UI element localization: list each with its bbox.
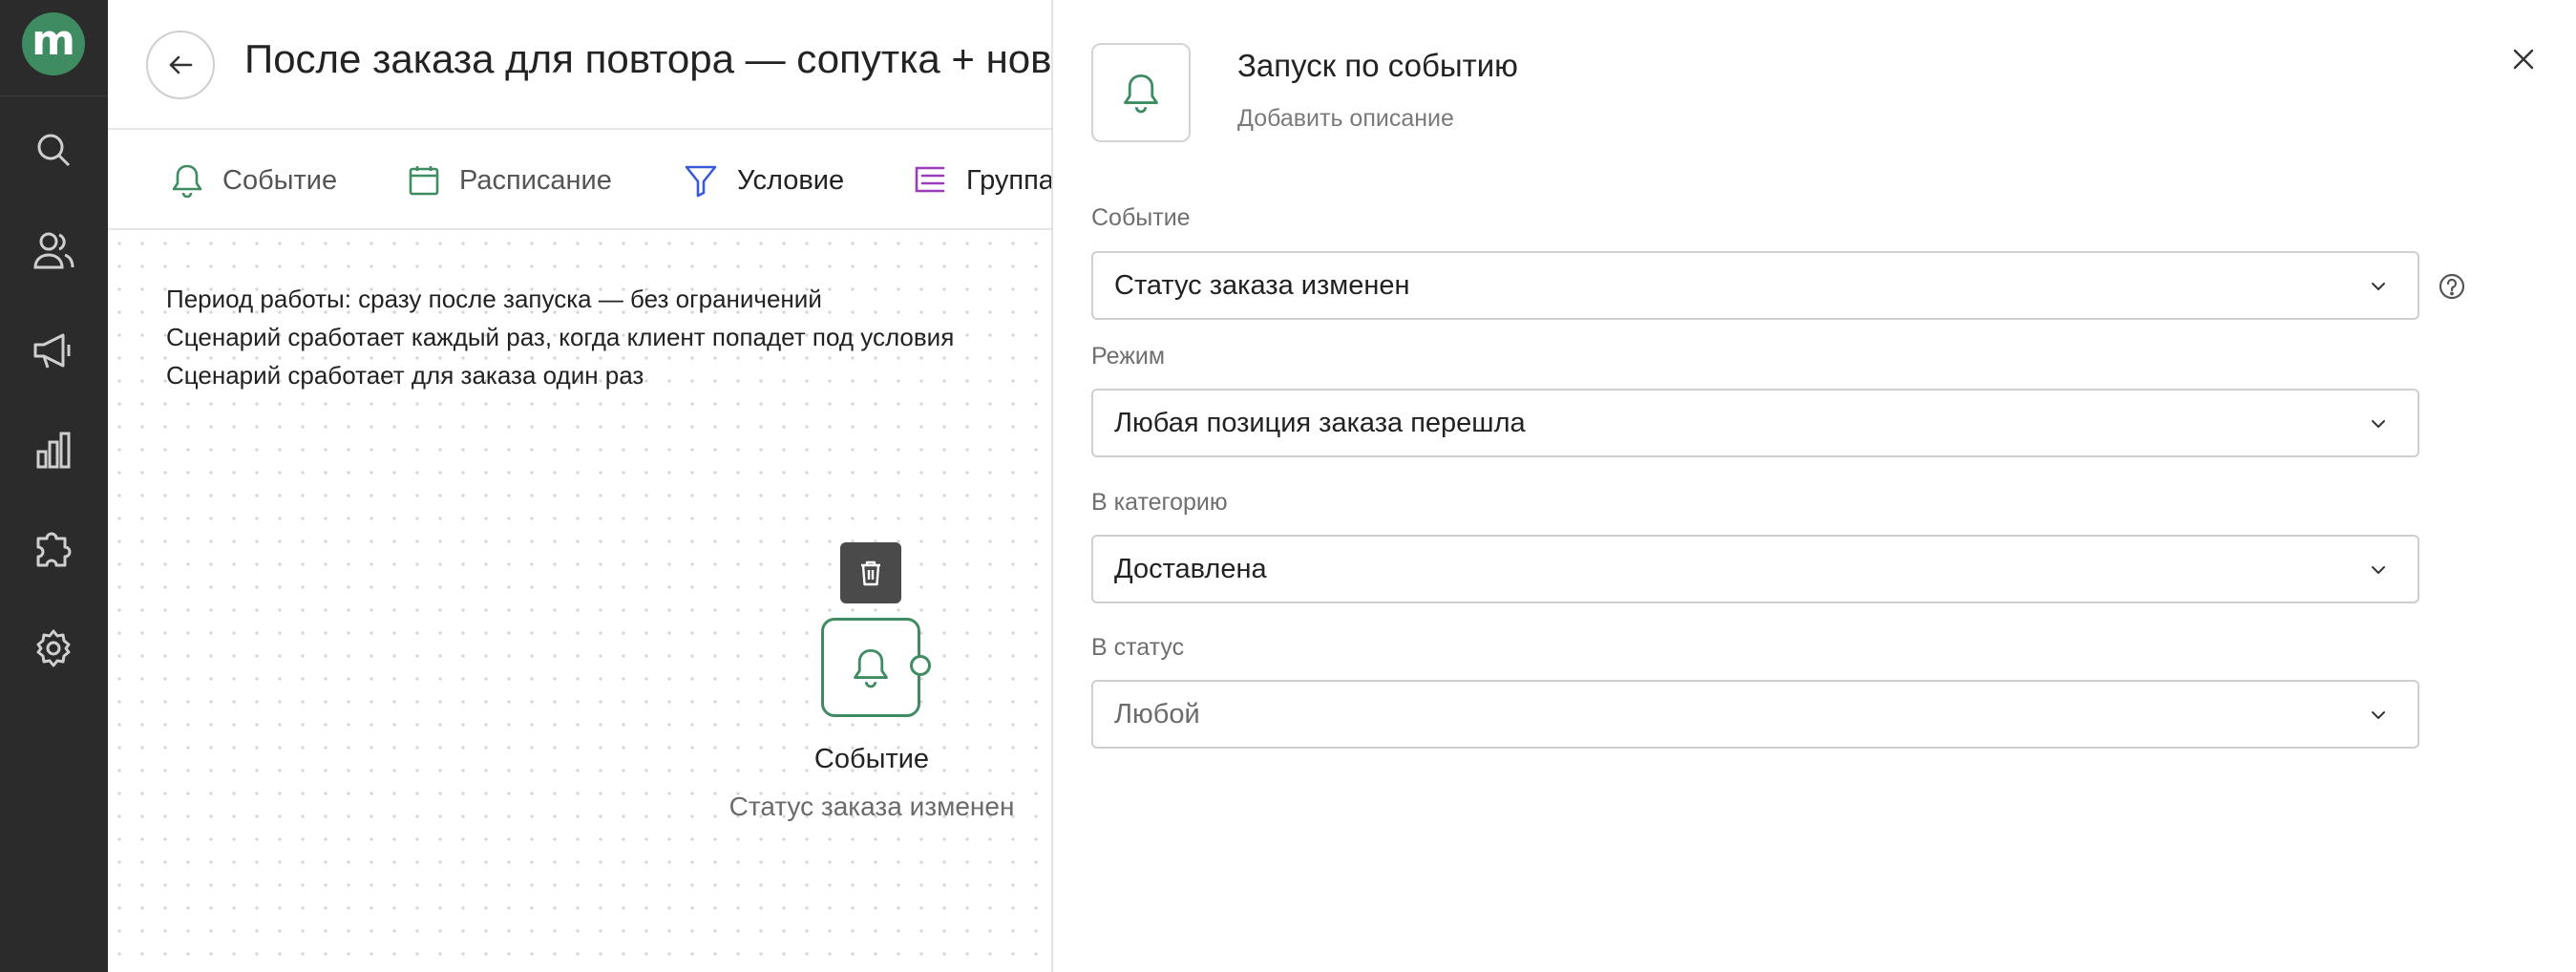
chevron-down-icon xyxy=(2368,705,2389,726)
logo-letter: m xyxy=(32,16,75,65)
node-output-port[interactable] xyxy=(910,655,931,676)
chevron-down-icon xyxy=(2368,560,2389,581)
toolbar-condition-label: Условие xyxy=(737,164,845,196)
delete-node-button[interactable] xyxy=(840,542,901,603)
category-field-label: В категорию xyxy=(1091,489,1228,516)
bell-icon xyxy=(854,648,888,688)
info-repeat: Сценарий сработает каждый раз, когда кли… xyxy=(166,323,955,351)
filter-icon xyxy=(685,165,717,198)
back-button[interactable] xyxy=(146,31,215,99)
scenario-header: После заказа для повтора — сопутка + нов… xyxy=(108,0,1051,130)
bell-icon xyxy=(1124,74,1158,114)
toolbar-group-label: Группа xyxy=(966,164,1051,196)
category-select[interactable]: Доставлена xyxy=(1091,535,2419,603)
status-select-value: Любой xyxy=(1114,698,1200,729)
node-title: Событие xyxy=(813,744,930,774)
close-icon xyxy=(2513,49,2534,70)
help-icon[interactable] xyxy=(2436,270,2468,303)
info-once: Сценарий сработает для заказа один раз xyxy=(166,361,644,390)
puzzle-icon[interactable] xyxy=(30,524,77,572)
event-select[interactable]: Статус заказа изменен xyxy=(1091,251,2419,320)
bell-icon xyxy=(172,164,202,198)
nav-rail: m xyxy=(0,0,108,972)
bar-chart-icon[interactable] xyxy=(30,426,77,474)
chevron-down-icon xyxy=(2368,413,2389,434)
event-node[interactable] xyxy=(821,618,920,717)
event-select-value: Статус заказа изменен xyxy=(1114,269,1410,301)
panel-node-icon xyxy=(1091,43,1191,142)
calendar-icon xyxy=(409,166,439,196)
scenario-info: Период работы: сразу после запуска — без… xyxy=(166,280,954,394)
users-icon[interactable] xyxy=(30,226,77,274)
node-toolbar: Событие Расписание Условие Группа xyxy=(108,131,1051,230)
rail-divider xyxy=(0,95,108,96)
toolbar-event-button[interactable]: Событие xyxy=(171,158,337,203)
search-icon[interactable] xyxy=(30,126,77,174)
chevron-down-icon xyxy=(2368,276,2389,297)
toolbar-group-button[interactable]: Группа xyxy=(913,158,1051,203)
status-select[interactable]: Любой xyxy=(1091,680,2419,749)
mode-select-value: Любая позиция заказа перешла xyxy=(1114,407,1526,438)
scenario-title: После заказа для повтора — сопутка + нов… xyxy=(244,36,1051,81)
toolbar-condition-button[interactable]: Условие xyxy=(684,158,844,203)
event-field-label: Событие xyxy=(1091,204,1191,231)
info-period: Период работы: сразу после запуска — без… xyxy=(166,285,822,313)
category-select-value: Доставлена xyxy=(1114,553,1267,584)
mode-select[interactable]: Любая позиция заказа перешла xyxy=(1091,389,2419,457)
megaphone-icon[interactable] xyxy=(30,327,77,374)
toolbar-schedule-label: Расписание xyxy=(459,164,612,196)
group-icon xyxy=(915,166,945,193)
arrow-left-icon xyxy=(169,55,193,74)
scenario-canvas[interactable]: Период работы: сразу после запуска — без… xyxy=(108,232,1051,972)
close-panel-button[interactable] xyxy=(2506,42,2541,76)
add-description-link[interactable]: Добавить описание xyxy=(1237,105,1454,133)
toolbar-event-label: Событие xyxy=(222,164,338,196)
mode-field-label: Режим xyxy=(1091,343,1166,370)
scenario-editor: После заказа для повтора — сопутка + нов… xyxy=(108,0,1051,972)
status-field-label: В статус xyxy=(1091,634,1185,661)
toolbar-schedule-button[interactable]: Расписание xyxy=(408,158,612,203)
gear-icon[interactable] xyxy=(30,624,77,672)
node-subtitle: Статус заказа изменен xyxy=(728,792,1015,821)
panel-title: Запуск по событию xyxy=(1237,48,1518,83)
app-root: m После заказа для повтора — сопутка + н… xyxy=(0,0,2576,972)
trash-icon xyxy=(861,560,880,586)
event-settings-panel: Запуск по событию Добавить описание Собы… xyxy=(1051,0,2576,972)
brand-logo[interactable]: m xyxy=(22,12,85,75)
